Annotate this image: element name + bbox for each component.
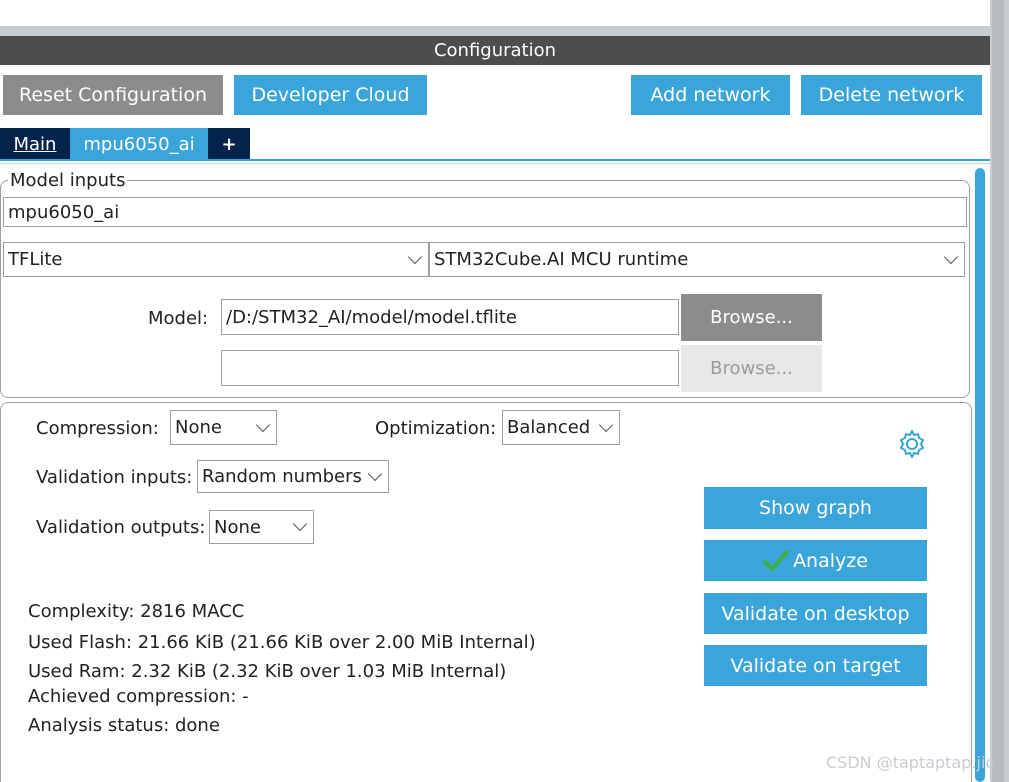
add-network-button[interactable]: Add network bbox=[631, 75, 790, 115]
top-divider bbox=[0, 26, 990, 36]
used-ram-text: Used Ram: 2.32 KiB (2.32 KiB over 1.03 M… bbox=[28, 661, 507, 682]
optimization-select[interactable]: Balanced bbox=[502, 410, 620, 445]
tab-mpu6050-ai[interactable]: mpu6050_ai bbox=[70, 128, 208, 160]
reset-configuration-button[interactable]: Reset Configuration bbox=[3, 75, 223, 115]
checkmark-icon bbox=[763, 549, 790, 571]
configuration-header: Configuration bbox=[0, 36, 990, 65]
content-scrollbar[interactable] bbox=[973, 164, 987, 782]
window-top bbox=[0, 0, 990, 26]
delete-network-button[interactable]: Delete network bbox=[801, 75, 982, 115]
runtime-select-value: STM32Cube.AI MCU runtime bbox=[434, 249, 689, 270]
compression-select-value: None bbox=[175, 417, 222, 438]
framework-select-value: TFLite bbox=[8, 249, 63, 270]
chevron-down-icon bbox=[292, 516, 308, 532]
gear-icon[interactable] bbox=[896, 428, 928, 460]
validation-inputs-select-value: Random numbers bbox=[202, 466, 362, 487]
analyze-button-label: Analyze bbox=[793, 549, 868, 572]
browse-model-button[interactable]: Browse... bbox=[681, 294, 822, 341]
validation-inputs-label: Validation inputs: bbox=[36, 467, 193, 488]
outer-scrollbar[interactable] bbox=[990, 0, 1009, 782]
compression-select[interactable]: None bbox=[170, 410, 277, 445]
validation-outputs-select[interactable]: None bbox=[209, 510, 314, 544]
model-path-input[interactable]: /D:/STM32_AI/model/model.tflite bbox=[221, 299, 679, 335]
tab-main[interactable]: Main bbox=[0, 128, 70, 160]
validate-desktop-button[interactable]: Validate on desktop bbox=[704, 593, 927, 634]
chevron-down-icon bbox=[255, 417, 271, 432]
optimization-label: Optimization: bbox=[375, 418, 497, 439]
developer-cloud-button[interactable]: Developer Cloud bbox=[234, 75, 427, 115]
achieved-compression-text: Achieved compression: - bbox=[28, 686, 249, 707]
compression-label: Compression: bbox=[36, 418, 159, 439]
show-graph-button[interactable]: Show graph bbox=[704, 487, 927, 529]
analysis-status-text: Analysis status: done bbox=[28, 715, 220, 736]
framework-select[interactable]: TFLite bbox=[3, 242, 429, 277]
chevron-down-icon bbox=[407, 249, 423, 264]
complexity-text: Complexity: 2816 MACC bbox=[28, 601, 245, 622]
browse-second-button[interactable]: Browse... bbox=[681, 345, 822, 392]
model-label: Model: bbox=[148, 308, 209, 329]
tab-bar: Main mpu6050_ai + bbox=[0, 128, 990, 160]
validate-target-button[interactable]: Validate on target bbox=[704, 645, 927, 686]
watermark: CSDN @taptaptap.jic bbox=[826, 753, 995, 772]
second-path-input[interactable] bbox=[221, 350, 679, 386]
runtime-select[interactable]: STM32Cube.AI MCU runtime bbox=[429, 242, 965, 277]
optimization-select-value: Balanced bbox=[507, 417, 591, 438]
add-tab-button[interactable]: + bbox=[208, 128, 250, 160]
tab-underline bbox=[0, 159, 990, 161]
chevron-down-icon bbox=[367, 466, 383, 481]
tab-divider bbox=[0, 163, 990, 164]
model-inputs-legend: Model inputs bbox=[8, 170, 128, 191]
content-scrollbar-thumb[interactable] bbox=[975, 168, 985, 782]
chevron-down-icon bbox=[943, 249, 959, 264]
analyze-button[interactable]: Analyze bbox=[704, 540, 927, 581]
used-flash-text: Used Flash: 21.66 KiB (21.66 KiB over 2.… bbox=[28, 632, 536, 653]
validation-outputs-select-value: None bbox=[214, 516, 261, 538]
validation-inputs-select[interactable]: Random numbers bbox=[197, 460, 389, 493]
network-name-input[interactable]: mpu6050_ai bbox=[3, 197, 967, 227]
validation-outputs-label: Validation outputs: bbox=[36, 517, 206, 538]
chevron-down-icon bbox=[598, 417, 614, 432]
outer-scrollbar-track[interactable] bbox=[992, 0, 1004, 782]
